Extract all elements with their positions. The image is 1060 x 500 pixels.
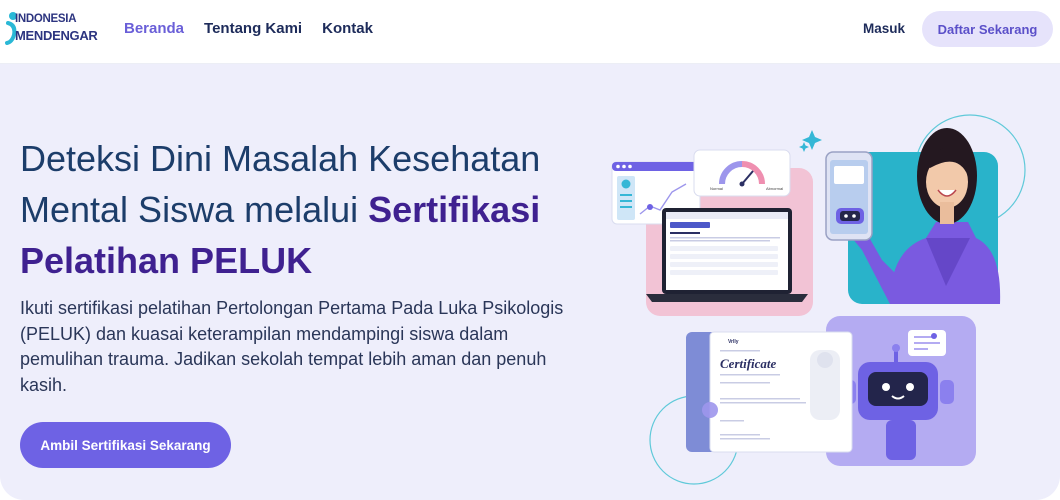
indonesia-mendengar-logo[interactable]: INDONESIA MENDENGAR xyxy=(4,11,98,51)
hero-headline: Deteksi Dini Masalah Kesehatan Mental Si… xyxy=(20,133,600,286)
gauge-normal-label: Normal xyxy=(710,186,723,191)
logo-line1: INDONESIA xyxy=(15,13,77,25)
nav-link-beranda[interactable]: Beranda xyxy=(124,20,184,37)
certificate-title: Certificate xyxy=(720,356,777,371)
register-button[interactable]: Daftar Sekarang xyxy=(922,11,1053,47)
logo-text: INDONESIA MENDENGAR xyxy=(15,13,98,42)
hero-illustration: Normal Abnormal Vrlly Certificate xyxy=(611,114,1026,485)
login-link[interactable]: Masuk xyxy=(863,21,905,36)
logo-line2: MENDENGAR xyxy=(15,28,98,43)
certificate: Vrlly Certificate xyxy=(686,331,853,453)
hero-description: Ikuti sertifikasi pelatihan Pertolongan … xyxy=(20,298,564,395)
top-navbar: INDONESIA MENDENGAR Beranda Tentang Kami… xyxy=(0,0,1060,64)
nav-links: Beranda Tentang Kami Kontak xyxy=(124,20,373,37)
gauge-card: Normal Abnormal xyxy=(693,149,791,197)
sparkle-small-icon xyxy=(799,142,809,152)
laptop xyxy=(646,208,808,302)
nav-link-tentang-kami[interactable]: Tentang Kami xyxy=(204,20,302,37)
nav-link-kontak[interactable]: Kontak xyxy=(322,20,373,37)
gauge-abnormal-label: Abnormal xyxy=(766,186,783,191)
get-certification-button[interactable]: Ambil Sertifikasi Sekarang xyxy=(20,422,231,468)
certificate-logo: Vrlly xyxy=(728,339,739,345)
chat-bubble-icon xyxy=(908,330,946,356)
phone xyxy=(825,151,873,241)
